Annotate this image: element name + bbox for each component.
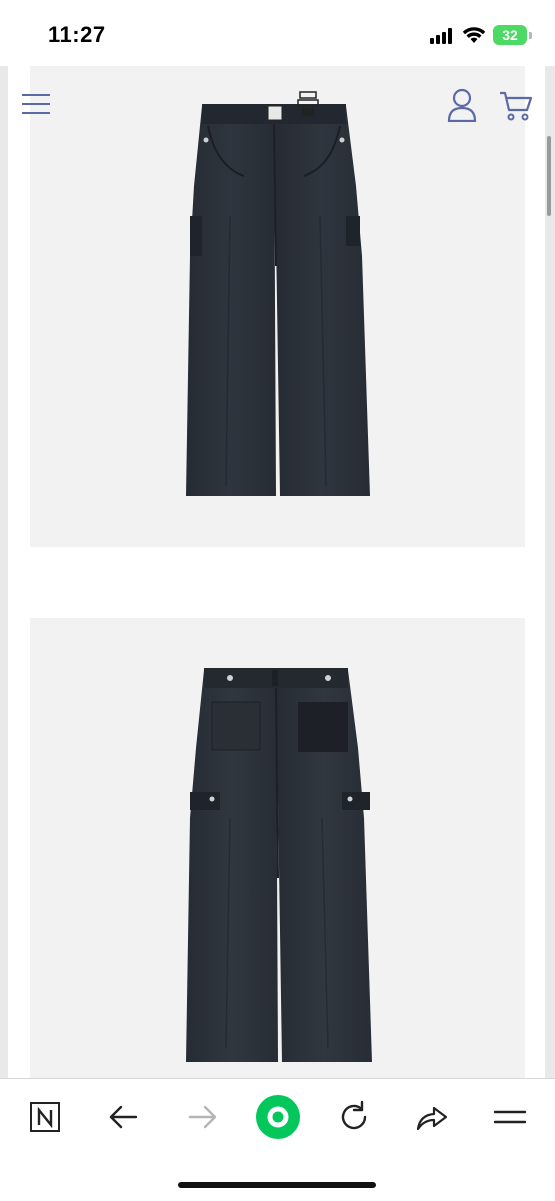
shopping-cart-icon[interactable] — [498, 90, 534, 122]
hamburger-menu-icon[interactable] — [22, 94, 52, 116]
user-icon[interactable] — [446, 88, 478, 122]
naver-n-icon[interactable] — [26, 1097, 66, 1137]
page-right-edge — [545, 66, 555, 1078]
brand-logo-icon — [297, 91, 319, 116]
product-image-back[interactable] — [30, 618, 525, 1078]
wifi-icon — [462, 27, 486, 43]
status-bar: 11:27 32 — [0, 0, 555, 66]
share-icon[interactable] — [412, 1097, 452, 1137]
pants-front-image — [186, 104, 370, 496]
forward-arrow-icon[interactable] — [182, 1097, 222, 1137]
battery-indicator: 32 — [493, 25, 527, 45]
page-left-edge — [0, 66, 8, 1078]
green-dot-icon[interactable] — [254, 1093, 302, 1141]
reload-icon[interactable] — [334, 1097, 374, 1137]
scrollbar-thumb[interactable] — [547, 136, 551, 216]
product-image-front[interactable] — [30, 66, 525, 547]
home-indicator — [178, 1182, 376, 1188]
menu-icon[interactable] — [490, 1097, 530, 1137]
web-page — [0, 66, 555, 1078]
cellular-signal-icon — [430, 28, 456, 44]
back-arrow-icon[interactable] — [104, 1097, 144, 1137]
status-time: 11:27 — [48, 22, 106, 47]
pants-back-image — [186, 668, 372, 1062]
battery-cap — [529, 32, 532, 39]
